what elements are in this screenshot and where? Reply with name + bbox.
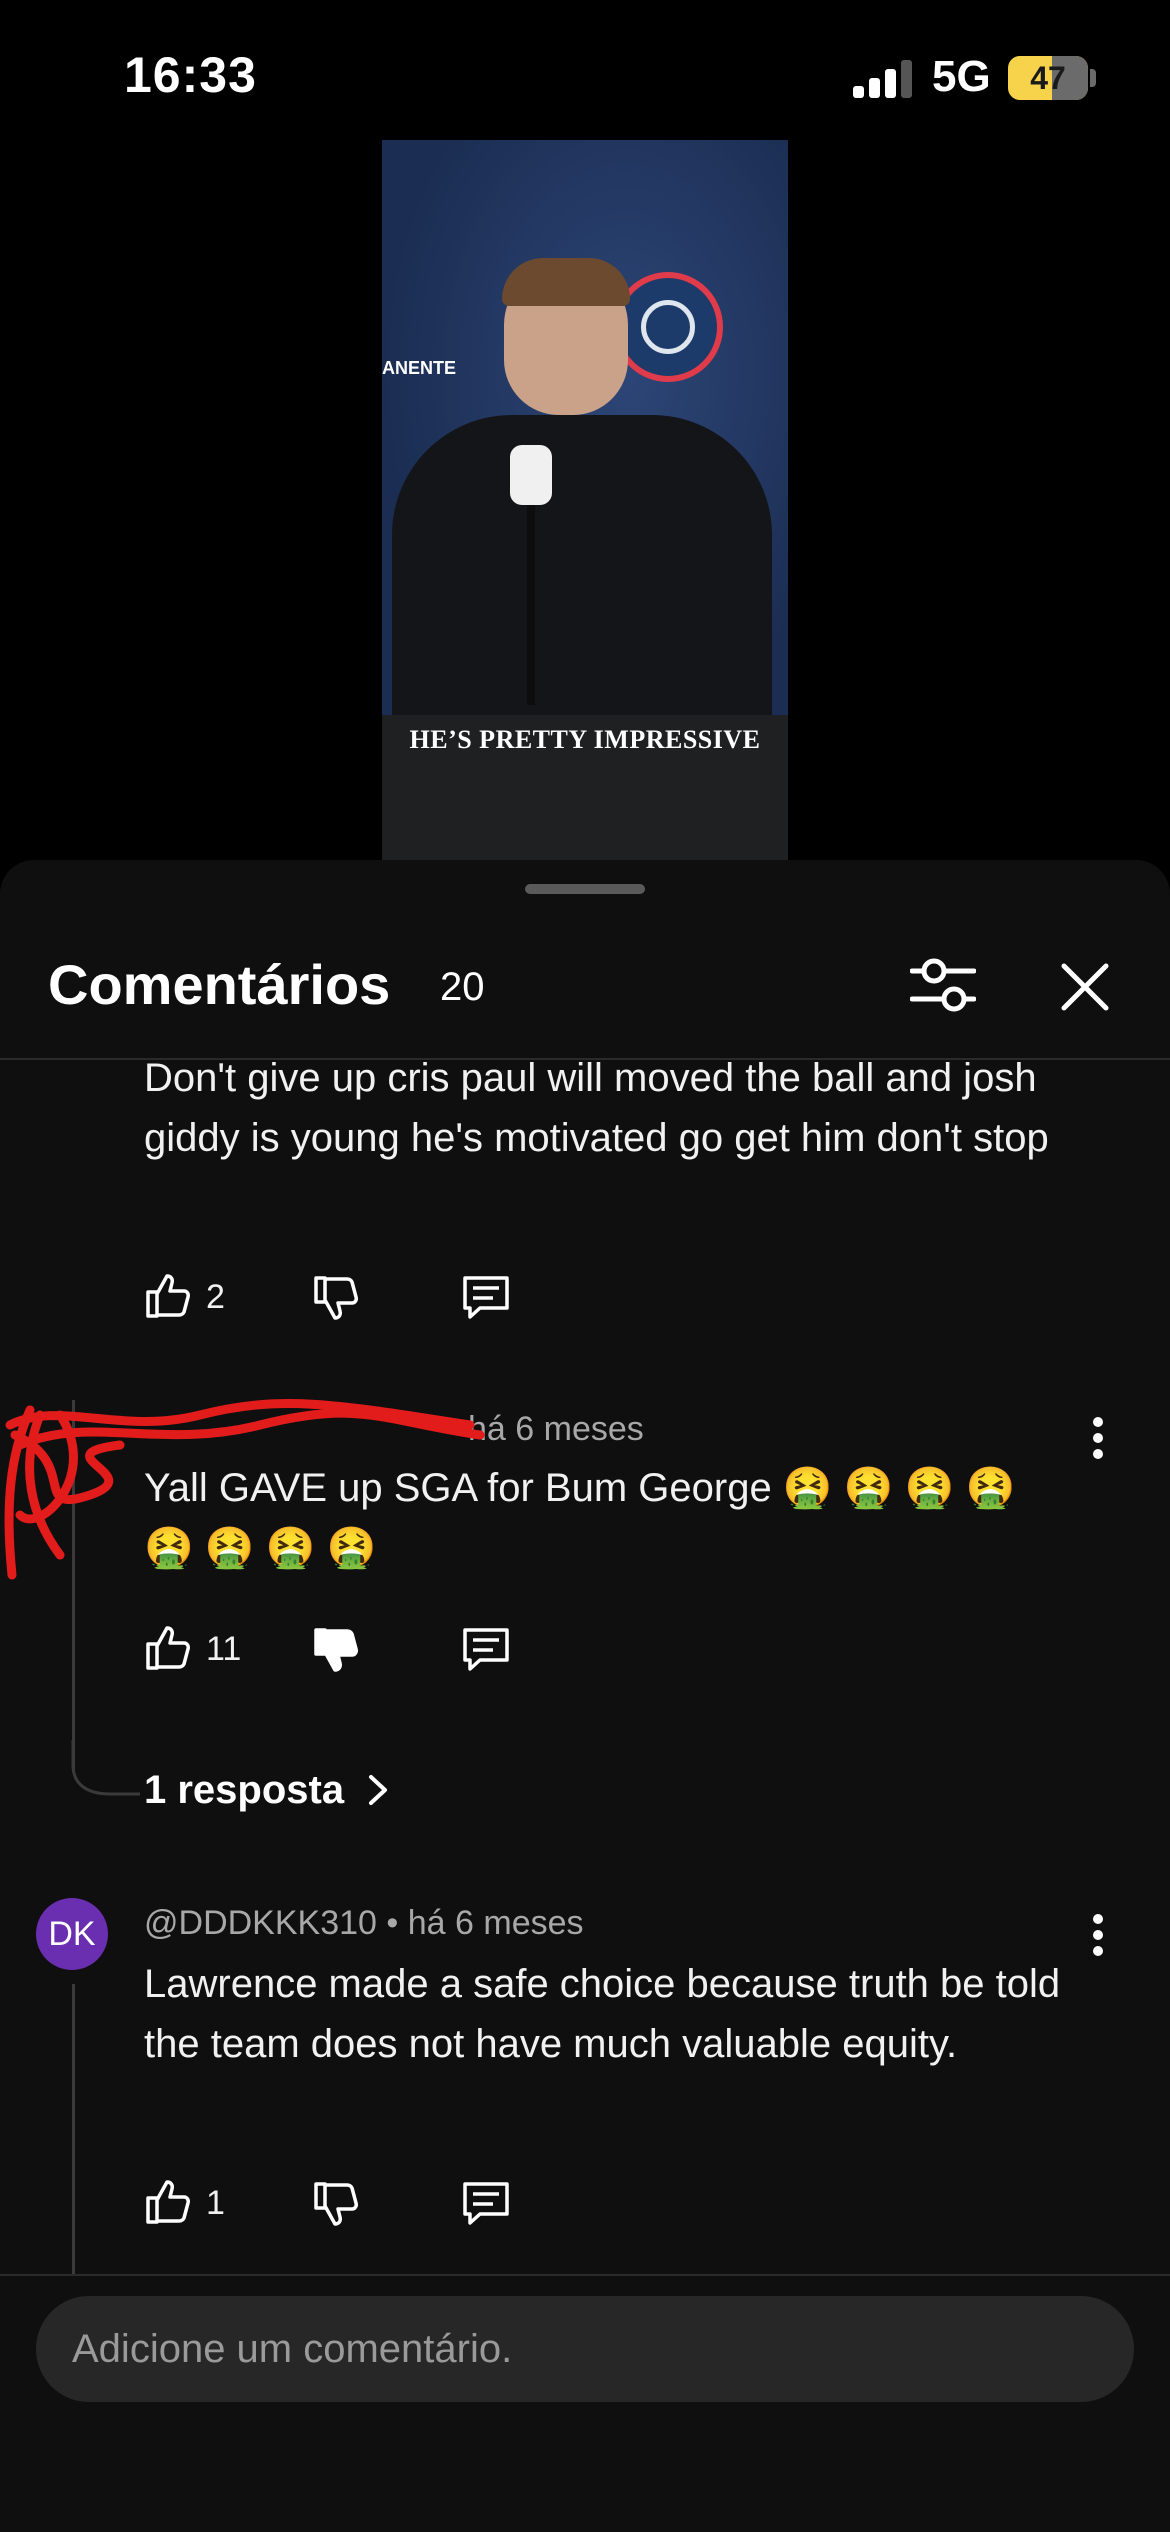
filter-icon[interactable] [910,955,976,1015]
thumbs-down-icon[interactable] [310,2178,362,2230]
comment-3-time: há 6 meses [407,1904,584,1942]
comments-count: 20 [440,965,485,1009]
reply-thread-connector [71,1740,140,1796]
video-player[interactable]: ANENTE HE’S PRETTY IMPRESSIVE [382,140,788,864]
signal-icon [853,58,915,98]
battery-level: 47 [1030,59,1066,96]
comments-title: Comentários [48,953,391,1016]
more-vertical-icon[interactable] [1091,1913,1105,1957]
sheet-grabber[interactable] [525,884,645,894]
comment-3-text: Lawrence made a safe choice because trut… [144,1962,1061,2066]
more-vertical-icon[interactable] [1091,1416,1105,1460]
microphone-stand [527,505,535,705]
comment-2-like-count: 11 [206,1630,242,1668]
network-label: 5G [932,52,991,101]
microphone [510,445,552,505]
comment-3-meta: @DDDKKK310 • há 6 meses [144,1904,584,1943]
reply-icon[interactable] [460,2178,512,2230]
replies-label: 1 resposta [144,1768,345,1812]
team-logo [613,272,723,382]
speaker-hair [502,258,630,306]
comment-3-author[interactable]: @DDDKKK310 [144,1904,377,1942]
comment-1-text: Don't give up cris paul will moved the b… [144,1056,1049,1160]
speaker-body [392,415,772,745]
thumbs-up-icon[interactable] [142,2176,194,2228]
thumbs-down-icon[interactable] [310,1272,362,1324]
battery-tip [1090,69,1096,87]
battery-icon: 47 [1008,56,1088,100]
avatar[interactable]: DK [36,1898,108,1970]
thumbs-up-icon[interactable] [142,1622,194,1674]
reply-icon[interactable] [460,1272,512,1324]
sponsor-text: ANENTE [382,358,457,378]
status-time: 16:33 [124,47,257,103]
footer-divider [0,2274,1170,2276]
thumbs-down-icon[interactable] [310,1624,362,1676]
video-caption: HE’S PRETTY IMPRESSIVE [409,725,761,754]
close-icon[interactable] [1058,960,1112,1014]
chevron-right-icon [369,1775,388,1805]
red-scribble-redaction [4,1399,485,1580]
comment-3-like-count: 1 [206,2184,225,2222]
reply-icon[interactable] [460,1624,512,1676]
replies-link[interactable]: 1 resposta [144,1768,391,1813]
add-comment-input[interactable]: Adicione um comentário. [36,2296,1134,2402]
comment-1-like-count: 2 [206,1278,225,1316]
thumbs-up-icon[interactable] [142,1270,194,1322]
thread-line [72,1984,75,2274]
meta-separator: • [386,1904,408,1942]
